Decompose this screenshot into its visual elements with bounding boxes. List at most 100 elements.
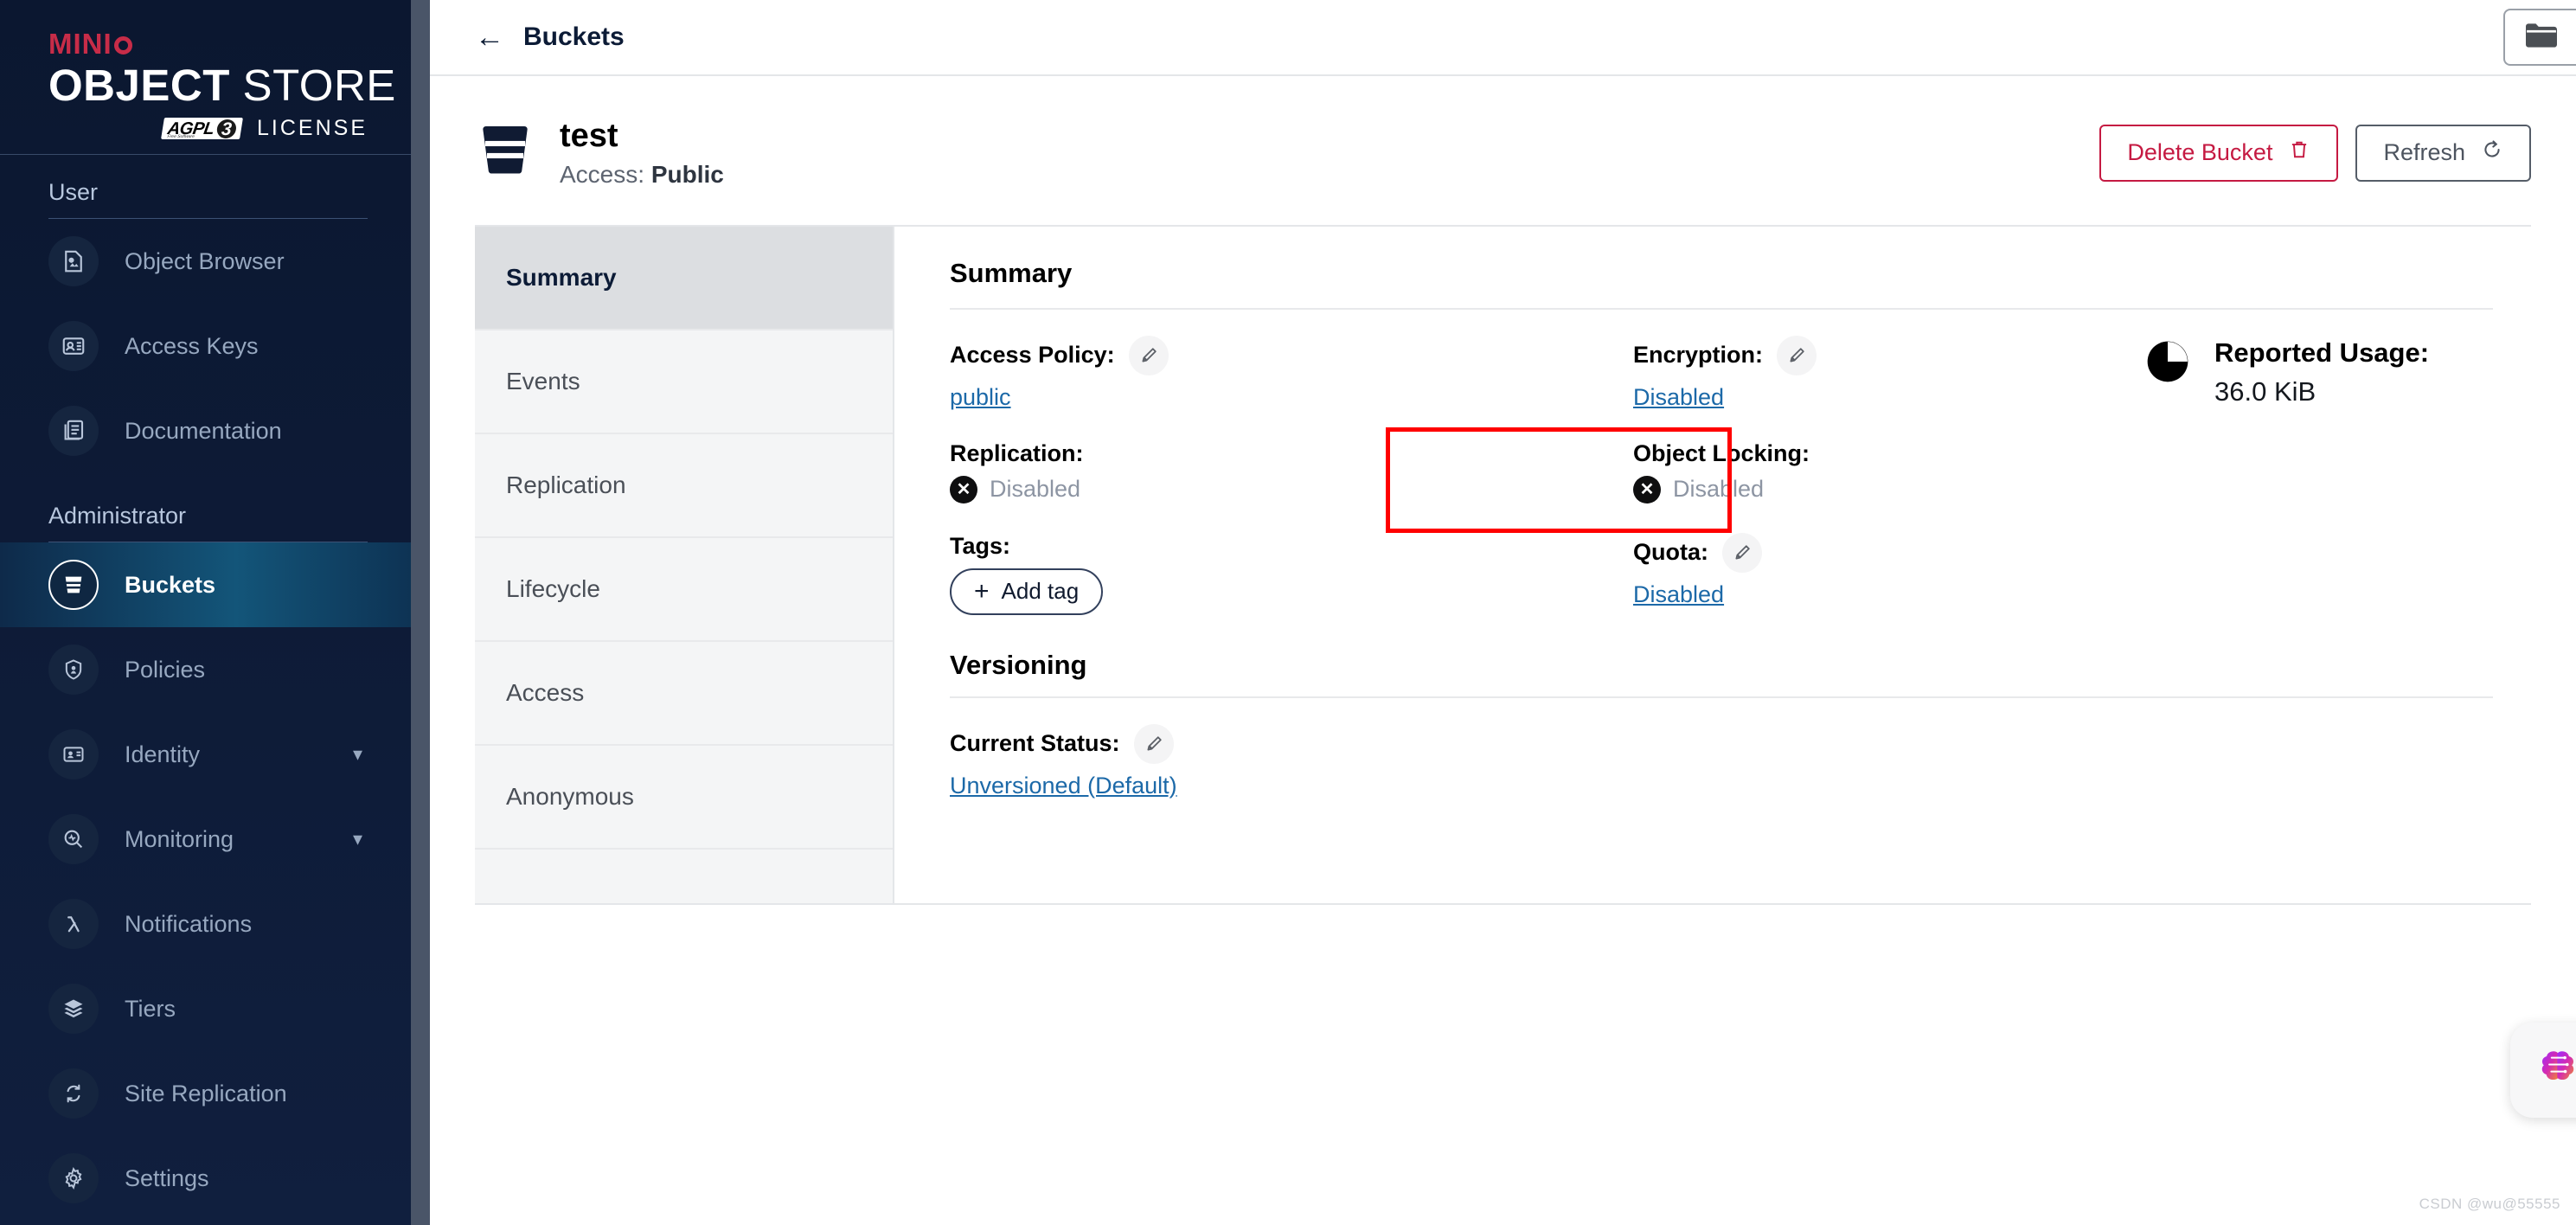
replication-status-row: ✕ Disabled	[950, 476, 1633, 503]
current-status-value-link[interactable]: Unversioned (Default)	[950, 773, 1177, 799]
bucket-actions: Delete Bucket Refresh	[2099, 125, 2531, 182]
bucket-detail-panel: Summary Events Replication Lifecycle Acc…	[475, 225, 2531, 905]
object-store-wordmark: OBJECT STORE	[48, 63, 430, 107]
tab-events-label: Events	[506, 368, 580, 395]
object-locking-status-row: ✕ Disabled	[1633, 476, 2143, 503]
license-row: AGPL Free Software 3 LICENSE	[48, 116, 430, 141]
plus-icon: +	[974, 579, 990, 605]
sidebar-label-tiers: Tiers	[125, 996, 176, 1023]
monitoring-icon	[48, 814, 99, 864]
replication-label-row: Replication:	[950, 440, 1633, 467]
nav-section-title-administrator: Administrator	[0, 503, 430, 529]
field-tags: Tags: + Add tag	[950, 533, 1633, 645]
grid-spacer-row2	[2143, 440, 2493, 533]
field-replication: Replication: ✕ Disabled	[950, 440, 1633, 533]
bucket-title-block: test Access: Public	[560, 118, 724, 189]
sidebar-label-notifications: Notifications	[125, 911, 252, 938]
agpl-subtext: Free Software	[167, 134, 195, 139]
tab-list-filler	[475, 850, 893, 903]
tab-access[interactable]: Access	[475, 642, 893, 746]
add-tag-label: Add tag	[1002, 578, 1080, 605]
delete-bucket-button[interactable]: Delete Bucket	[2099, 125, 2338, 182]
edit-versioning-button[interactable]	[1134, 724, 1174, 764]
minio-o-icon	[114, 36, 132, 55]
versioning-divider	[950, 696, 2493, 698]
object-locking-label-row: Object Locking:	[1633, 440, 2143, 467]
bucket-large-icon	[475, 119, 535, 186]
encryption-label: Encryption:	[1633, 342, 1763, 369]
chevron-down-icon[interactable]: ▾	[353, 745, 362, 764]
edit-access-policy-button[interactable]	[1129, 336, 1169, 375]
minio-wordmark: MINI	[48, 29, 430, 58]
sidebar-item-tiers[interactable]: Tiers	[0, 966, 430, 1051]
topbar-right	[2503, 9, 2543, 66]
site-replication-icon	[48, 1068, 99, 1119]
watermark-text: CSDN @wu@55555	[2419, 1196, 2560, 1213]
quota-value-link[interactable]: Disabled	[1633, 581, 1724, 608]
sidebar-label-policies: Policies	[125, 657, 205, 683]
back-to-buckets-button[interactable]: ← Buckets	[475, 22, 625, 52]
object-browser-icon	[48, 236, 99, 286]
add-tag-button[interactable]: + Add tag	[950, 568, 1103, 615]
sidebar-item-access-keys[interactable]: Access Keys	[0, 304, 430, 388]
tab-events[interactable]: Events	[475, 330, 893, 434]
settings-gear-icon	[48, 1153, 99, 1203]
sidebar-label-identity: Identity	[125, 741, 200, 768]
ai-brain-icon	[2534, 1045, 2576, 1096]
sidebar-label-site-replication: Site Replication	[125, 1081, 287, 1107]
tab-replication-label: Replication	[506, 471, 626, 499]
tab-summary[interactable]: Summary	[475, 227, 893, 330]
refresh-icon	[2481, 138, 2503, 168]
access-policy-value-link[interactable]: public	[950, 384, 1011, 411]
refresh-button[interactable]: Refresh	[2355, 125, 2531, 182]
sidebar-label-buckets: Buckets	[125, 572, 215, 599]
bucket-access-value: Public	[651, 161, 724, 188]
encryption-label-row: Encryption:	[1633, 336, 2143, 375]
sidebar-item-site-replication[interactable]: Site Replication	[0, 1051, 430, 1136]
ai-assistant-button[interactable]	[2510, 1023, 2576, 1118]
disabled-x-icon: ✕	[950, 476, 977, 503]
tab-replication[interactable]: Replication	[475, 434, 893, 538]
tab-anonymous[interactable]: Anonymous	[475, 746, 893, 850]
license-label: LICENSE	[257, 116, 368, 141]
tab-lifecycle[interactable]: Lifecycle	[475, 538, 893, 642]
sidebar-item-notifications[interactable]: Notifications	[0, 882, 430, 966]
sidebar-item-identity[interactable]: Identity ▾	[0, 712, 430, 797]
edit-quota-button[interactable]	[1722, 533, 1762, 573]
agpl-version: 3	[216, 119, 237, 138]
agpl-badge-icon: AGPL Free Software 3	[161, 118, 243, 139]
usage-pie-icon	[2143, 337, 2192, 390]
sidebar-label-settings: Settings	[125, 1165, 209, 1192]
tags-label: Tags:	[950, 533, 1010, 560]
identity-icon	[48, 729, 99, 779]
edit-encryption-button[interactable]	[1777, 336, 1817, 375]
sidebar-item-buckets[interactable]: Buckets	[0, 542, 430, 627]
summary-grid: Access Policy: public E	[950, 336, 2493, 645]
tiers-layers-icon	[48, 984, 99, 1034]
delete-bucket-label: Delete Bucket	[2127, 139, 2272, 166]
encryption-value-link[interactable]: Disabled	[1633, 384, 1724, 411]
sidebar-nav: User Object Browser	[0, 155, 430, 1225]
sidebar: MINI OBJECT STORE AGPL Free Software 3 L…	[0, 0, 430, 1225]
bucket-header: test Access: Public Delete Bucket	[430, 76, 2576, 189]
page-title: Buckets	[523, 22, 625, 52]
tab-access-label: Access	[506, 679, 584, 707]
chevron-down-icon[interactable]: ▾	[353, 830, 362, 849]
main-content: ← Buckets	[430, 0, 2576, 1225]
sidebar-item-policies[interactable]: Policies	[0, 627, 430, 712]
current-status-label: Current Status:	[950, 730, 1120, 757]
bucket-icon	[48, 560, 99, 610]
sidebar-item-documentation[interactable]: Documentation	[0, 388, 430, 473]
sidebar-item-settings[interactable]: Settings	[0, 1136, 430, 1221]
bucket-tabs: Summary Events Replication Lifecycle Acc…	[475, 227, 894, 905]
top-bar: ← Buckets	[430, 0, 2576, 76]
sidebar-item-monitoring[interactable]: Monitoring ▾	[0, 797, 430, 882]
field-current-status: Current Status: Unversioned (Default)	[950, 724, 2493, 805]
summary-divider	[950, 308, 2493, 310]
sidebar-item-object-browser[interactable]: Object Browser	[0, 219, 430, 304]
folder-button[interactable]	[2503, 9, 2576, 66]
bucket-access-label: Access:	[560, 161, 644, 188]
lambda-icon	[48, 899, 99, 949]
sidebar-label-monitoring: Monitoring	[125, 826, 234, 853]
tab-lifecycle-label: Lifecycle	[506, 575, 600, 603]
